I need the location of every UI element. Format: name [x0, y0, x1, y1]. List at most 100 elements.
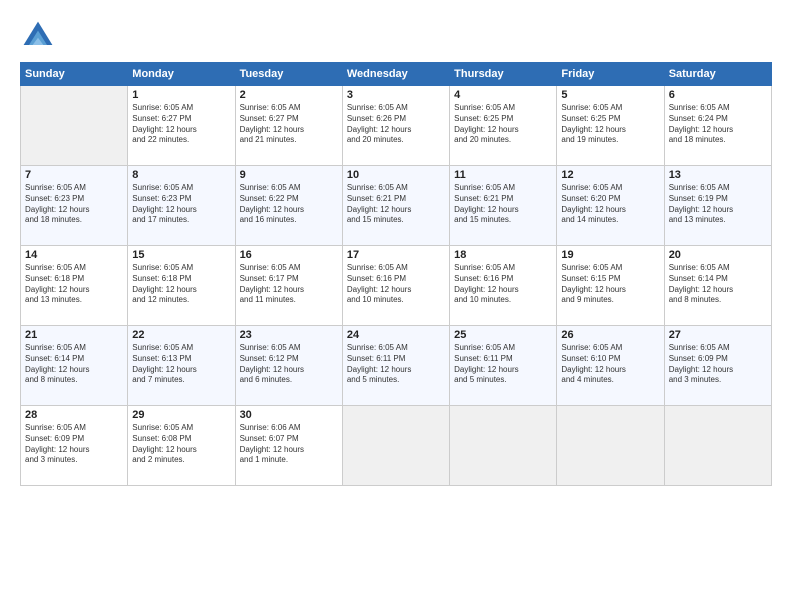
day-number: 24: [347, 329, 445, 341]
day-info: Sunrise: 6:05 AM Sunset: 6:25 PM Dayligh…: [561, 103, 659, 146]
day-cell: 19 Sunrise: 6:05 AM Sunset: 6:15 PM Dayli…: [557, 246, 664, 326]
day-cell: 9 Sunrise: 6:05 AM Sunset: 6:22 PM Daylig…: [235, 166, 342, 246]
day-number: 6: [669, 89, 767, 101]
day-cell: 12 Sunrise: 6:05 AM Sunset: 6:20 PM Dayli…: [557, 166, 664, 246]
day-number: 25: [454, 329, 552, 341]
day-number: 10: [347, 169, 445, 181]
day-info: Sunrise: 6:05 AM Sunset: 6:18 PM Dayligh…: [132, 263, 230, 306]
header-cell-thursday: Thursday: [450, 63, 557, 86]
week-row-3: 21 Sunrise: 6:05 AM Sunset: 6:14 PM Dayli…: [21, 326, 772, 406]
header-cell-friday: Friday: [557, 63, 664, 86]
day-cell: 29 Sunrise: 6:05 AM Sunset: 6:08 PM Dayli…: [128, 406, 235, 486]
day-cell: 23 Sunrise: 6:05 AM Sunset: 6:12 PM Dayli…: [235, 326, 342, 406]
day-cell: [342, 406, 449, 486]
day-info: Sunrise: 6:06 AM Sunset: 6:07 PM Dayligh…: [240, 423, 338, 466]
day-number: 21: [25, 329, 123, 341]
day-info: Sunrise: 6:05 AM Sunset: 6:26 PM Dayligh…: [347, 103, 445, 146]
day-cell: 11 Sunrise: 6:05 AM Sunset: 6:21 PM Dayli…: [450, 166, 557, 246]
day-info: Sunrise: 6:05 AM Sunset: 6:14 PM Dayligh…: [25, 343, 123, 386]
day-info: Sunrise: 6:05 AM Sunset: 6:20 PM Dayligh…: [561, 183, 659, 226]
day-info: Sunrise: 6:05 AM Sunset: 6:11 PM Dayligh…: [347, 343, 445, 386]
day-info: Sunrise: 6:05 AM Sunset: 6:19 PM Dayligh…: [669, 183, 767, 226]
day-number: 15: [132, 249, 230, 261]
day-info: Sunrise: 6:05 AM Sunset: 6:23 PM Dayligh…: [132, 183, 230, 226]
day-number: 2: [240, 89, 338, 101]
day-info: Sunrise: 6:05 AM Sunset: 6:24 PM Dayligh…: [669, 103, 767, 146]
day-number: 23: [240, 329, 338, 341]
day-number: 14: [25, 249, 123, 261]
day-info: Sunrise: 6:05 AM Sunset: 6:12 PM Dayligh…: [240, 343, 338, 386]
day-info: Sunrise: 6:05 AM Sunset: 6:13 PM Dayligh…: [132, 343, 230, 386]
day-number: 1: [132, 89, 230, 101]
day-number: 17: [347, 249, 445, 261]
day-number: 19: [561, 249, 659, 261]
day-number: 13: [669, 169, 767, 181]
day-info: Sunrise: 6:05 AM Sunset: 6:09 PM Dayligh…: [669, 343, 767, 386]
header: [20, 18, 772, 54]
day-number: 27: [669, 329, 767, 341]
day-cell: 2Sunrise: 6:05 AM Sunset: 6:27 PM Daylig…: [235, 86, 342, 166]
day-cell: 17 Sunrise: 6:05 AM Sunset: 6:16 PM Dayli…: [342, 246, 449, 326]
day-info: Sunrise: 6:05 AM Sunset: 6:09 PM Dayligh…: [25, 423, 123, 466]
day-info: Sunrise: 6:05 AM Sunset: 6:27 PM Dayligh…: [132, 103, 230, 146]
logo-icon: [20, 18, 56, 54]
day-cell: 13 Sunrise: 6:05 AM Sunset: 6:19 PM Dayli…: [664, 166, 771, 246]
week-row-2: 14 Sunrise: 6:05 AM Sunset: 6:18 PM Dayli…: [21, 246, 772, 326]
day-cell: 25 Sunrise: 6:05 AM Sunset: 6:11 PM Dayli…: [450, 326, 557, 406]
day-number: 9: [240, 169, 338, 181]
day-cell: 16Sunrise: 6:05 AM Sunset: 6:17 PM Dayli…: [235, 246, 342, 326]
day-cell: 24 Sunrise: 6:05 AM Sunset: 6:11 PM Dayli…: [342, 326, 449, 406]
day-cell: [450, 406, 557, 486]
day-info: Sunrise: 6:05 AM Sunset: 6:14 PM Dayligh…: [669, 263, 767, 306]
day-cell: 8 Sunrise: 6:05 AM Sunset: 6:23 PM Daylig…: [128, 166, 235, 246]
day-info: Sunrise: 6:05 AM Sunset: 6:10 PM Dayligh…: [561, 343, 659, 386]
day-info: Sunrise: 6:05 AM Sunset: 6:08 PM Dayligh…: [132, 423, 230, 466]
day-number: 20: [669, 249, 767, 261]
day-info: Sunrise: 6:05 AM Sunset: 6:21 PM Dayligh…: [347, 183, 445, 226]
calendar-table: SundayMondayTuesdayWednesdayThursdayFrid…: [20, 62, 772, 486]
day-info: Sunrise: 6:05 AM Sunset: 6:16 PM Dayligh…: [347, 263, 445, 306]
day-cell: 28 Sunrise: 6:05 AM Sunset: 6:09 PM Dayli…: [21, 406, 128, 486]
day-cell: 3 Sunrise: 6:05 AM Sunset: 6:26 PM Daylig…: [342, 86, 449, 166]
day-cell: 10 Sunrise: 6:05 AM Sunset: 6:21 PM Dayli…: [342, 166, 449, 246]
day-cell: 27 Sunrise: 6:05 AM Sunset: 6:09 PM Dayli…: [664, 326, 771, 406]
day-number: 22: [132, 329, 230, 341]
day-number: 18: [454, 249, 552, 261]
header-cell-wednesday: Wednesday: [342, 63, 449, 86]
day-number: 16: [240, 249, 338, 261]
day-cell: [21, 86, 128, 166]
day-info: Sunrise: 6:05 AM Sunset: 6:25 PM Dayligh…: [454, 103, 552, 146]
day-cell: [664, 406, 771, 486]
day-cell: 30Sunrise: 6:06 AM Sunset: 6:07 PM Dayli…: [235, 406, 342, 486]
header-cell-saturday: Saturday: [664, 63, 771, 86]
day-info: Sunrise: 6:05 AM Sunset: 6:16 PM Dayligh…: [454, 263, 552, 306]
day-cell: 21 Sunrise: 6:05 AM Sunset: 6:14 PM Dayli…: [21, 326, 128, 406]
day-cell: 1 Sunrise: 6:05 AM Sunset: 6:27 PM Daylig…: [128, 86, 235, 166]
header-cell-monday: Monday: [128, 63, 235, 86]
week-row-4: 28 Sunrise: 6:05 AM Sunset: 6:09 PM Dayli…: [21, 406, 772, 486]
day-cell: 26 Sunrise: 6:05 AM Sunset: 6:10 PM Dayli…: [557, 326, 664, 406]
day-number: 3: [347, 89, 445, 101]
day-cell: 4Sunrise: 6:05 AM Sunset: 6:25 PM Daylig…: [450, 86, 557, 166]
day-number: 11: [454, 169, 552, 181]
day-info: Sunrise: 6:05 AM Sunset: 6:18 PM Dayligh…: [25, 263, 123, 306]
day-cell: 6 Sunrise: 6:05 AM Sunset: 6:24 PM Daylig…: [664, 86, 771, 166]
day-info: Sunrise: 6:05 AM Sunset: 6:15 PM Dayligh…: [561, 263, 659, 306]
day-cell: 18 Sunrise: 6:05 AM Sunset: 6:16 PM Dayli…: [450, 246, 557, 326]
day-info: Sunrise: 6:05 AM Sunset: 6:23 PM Dayligh…: [25, 183, 123, 226]
day-number: 26: [561, 329, 659, 341]
day-cell: 7Sunrise: 6:05 AM Sunset: 6:23 PM Daylig…: [21, 166, 128, 246]
day-number: 5: [561, 89, 659, 101]
day-cell: 20 Sunrise: 6:05 AM Sunset: 6:14 PM Dayli…: [664, 246, 771, 326]
day-cell: 22 Sunrise: 6:05 AM Sunset: 6:13 PM Dayli…: [128, 326, 235, 406]
day-info: Sunrise: 6:05 AM Sunset: 6:11 PM Dayligh…: [454, 343, 552, 386]
day-info: Sunrise: 6:05 AM Sunset: 6:21 PM Dayligh…: [454, 183, 552, 226]
day-info: Sunrise: 6:05 AM Sunset: 6:22 PM Dayligh…: [240, 183, 338, 226]
day-number: 8: [132, 169, 230, 181]
page: SundayMondayTuesdayWednesdayThursdayFrid…: [0, 0, 792, 612]
day-number: 29: [132, 409, 230, 421]
week-row-1: 7Sunrise: 6:05 AM Sunset: 6:23 PM Daylig…: [21, 166, 772, 246]
day-cell: 15 Sunrise: 6:05 AM Sunset: 6:18 PM Dayli…: [128, 246, 235, 326]
day-number: 12: [561, 169, 659, 181]
day-number: 28: [25, 409, 123, 421]
